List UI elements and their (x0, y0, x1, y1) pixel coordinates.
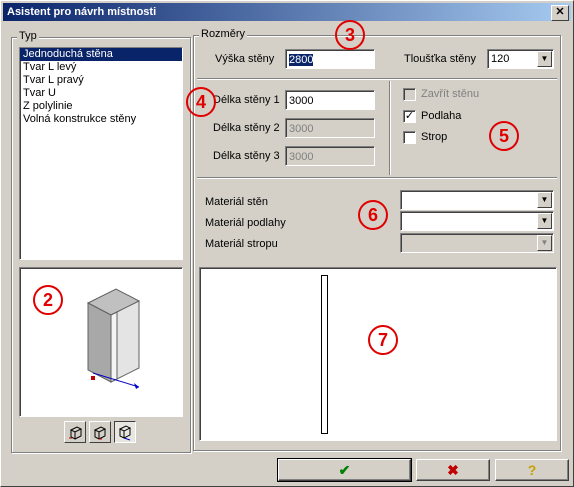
type-list-item[interactable]: Tvar U (20, 87, 182, 100)
cube-view-icon (69, 426, 83, 440)
material-sten-label: Materiál stěn (205, 196, 268, 208)
delka2-input[interactable]: 3000 (285, 118, 375, 138)
rozmery-group-label: Rozměry (199, 28, 248, 40)
chevron-down-icon[interactable]: ▼ (537, 235, 552, 251)
title-bar: Asistent pro návrh místnosti ✕ (3, 3, 571, 21)
chevron-down-icon[interactable]: ▼ (537, 51, 552, 67)
type-list-item[interactable]: Z polylinie (20, 100, 182, 113)
view-button-3[interactable] (114, 421, 136, 443)
vyska-label: Výška stěny (215, 53, 275, 65)
material-stropu-label: Materiál stropu (205, 238, 278, 250)
badge-7: 7 (368, 325, 398, 355)
tloustka-value: 120 (491, 53, 510, 65)
ok-button[interactable]: ✔ (277, 458, 412, 482)
type-list-item[interactable]: Volná konstrukce stěny (20, 113, 182, 126)
vyska-input[interactable]: 2800 (285, 49, 375, 69)
delka3-value: 3000 (289, 151, 314, 163)
dialog-window: Asistent pro návrh místnosti ✕ Typ Jedno… (0, 0, 574, 487)
strop-label: Strop (421, 131, 448, 143)
view-button-2[interactable] (89, 421, 111, 443)
badge-4: 4 (186, 87, 216, 117)
badge-3: 3 (335, 20, 365, 50)
delka1-label: Délka stěny 1 (213, 94, 280, 106)
type-list-item[interactable]: Jednoduchá stěna (20, 48, 182, 61)
podlaha-label: Podlaha (421, 110, 462, 122)
close-button[interactable]: ✕ (551, 5, 569, 21)
type-list-item[interactable]: Tvar L levý (20, 61, 182, 74)
help-button[interactable]: ? (495, 459, 569, 481)
material-podlahy-label: Materiál podlahy (205, 217, 286, 229)
check-icon: ✔ (338, 462, 351, 478)
wall-plan-shape (321, 275, 328, 434)
tloustka-combo[interactable]: 120 ▼ (487, 49, 554, 69)
checkmark-icon: ✓ (404, 110, 415, 122)
view-button-1[interactable] (64, 421, 86, 443)
zavrit-checkbox[interactable] (403, 88, 416, 101)
separator-vertical (389, 81, 391, 175)
help-icon: ? (527, 462, 537, 478)
type-list-item[interactable]: Tvar L pravý (20, 74, 182, 87)
delka2-value: 3000 (289, 123, 314, 135)
badge-5: 5 (489, 121, 519, 151)
cube-side-icon (93, 426, 107, 440)
badge-6: 6 (358, 200, 388, 230)
delka1-value: 3000 (289, 95, 314, 107)
typ-group-label: Typ (17, 30, 39, 42)
podlaha-checkbox[interactable]: ✓ (403, 110, 416, 123)
type-preview-panel: 2 (19, 267, 183, 417)
cube-front-icon (118, 425, 132, 441)
chevron-down-icon[interactable]: ▼ (537, 192, 552, 208)
window-title: Asistent pro návrh místnosti (7, 6, 157, 18)
strop-checkbox[interactable] (403, 131, 416, 144)
cancel-button[interactable]: ✖ (416, 459, 490, 481)
delka1-input[interactable]: 3000 (285, 90, 375, 110)
separator-top (197, 78, 557, 80)
cross-icon: ✖ (447, 462, 459, 478)
type-listbox[interactable]: Jednoduchá stěna Tvar L levý Tvar L pravý T… (19, 47, 183, 260)
material-sten-combo[interactable]: ▼ (400, 190, 554, 210)
zavrit-label: Zavřít stěnu (421, 88, 480, 100)
tloustka-label: Tloušťka stěny (404, 53, 476, 65)
separator-middle (197, 177, 557, 179)
material-stropu-combo[interactable]: ▼ (400, 233, 554, 253)
delka2-label: Délka stěny 2 (213, 122, 280, 134)
delka3-label: Délka stěny 3 (213, 150, 280, 162)
material-podlahy-combo[interactable]: ▼ (400, 211, 554, 231)
chevron-down-icon[interactable]: ▼ (537, 213, 552, 229)
vyska-value: 2800 (289, 54, 314, 66)
delka3-input[interactable]: 3000 (285, 146, 375, 166)
badge-2: 2 (33, 285, 63, 315)
